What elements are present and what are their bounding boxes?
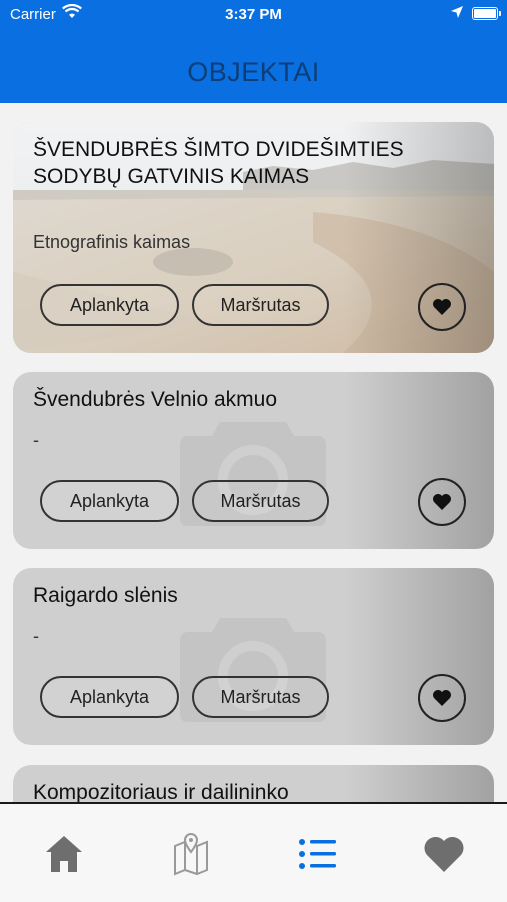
heart-icon <box>433 299 451 315</box>
favorite-button[interactable] <box>418 674 466 722</box>
heart-icon <box>424 836 464 872</box>
favorite-button[interactable] <box>418 283 466 331</box>
visited-button[interactable]: Aplankyta <box>40 284 179 326</box>
favorite-button[interactable] <box>418 478 466 526</box>
location-arrow-icon <box>450 5 464 23</box>
object-card[interactable]: ŠVENDUBRĖS ŠIMTO DVIDEŠIMTIES SODYBŲ GAT… <box>13 122 494 353</box>
tab-favorites[interactable] <box>422 832 466 876</box>
tab-list[interactable] <box>296 832 340 876</box>
object-title: Kompozitoriaus ir dailininko <box>33 781 289 802</box>
object-title: Švendubrės Velnio akmuo <box>33 388 277 411</box>
list-icon <box>299 839 336 869</box>
object-card[interactable]: Raigardo slėnis - Aplankyta Maršrutas <box>13 568 494 745</box>
visited-button[interactable]: Aplankyta <box>40 480 179 522</box>
page-title: OBJEKTAI <box>187 57 320 87</box>
object-category: - <box>33 626 39 646</box>
heart-icon <box>433 494 451 510</box>
visited-button[interactable]: Aplankyta <box>40 676 179 718</box>
object-title: Raigardo slėnis <box>33 584 178 607</box>
top-bar: Carrier 3:37 PM OBJEKTAI <box>0 0 507 103</box>
object-list[interactable]: ŠVENDUBRĖS ŠIMTO DVIDEŠIMTIES SODYBŲ GAT… <box>0 103 507 802</box>
heart-icon <box>433 690 451 706</box>
object-card[interactable]: Švendubrės Velnio akmuo - Aplankyta Marš… <box>13 372 494 549</box>
tab-bar <box>0 802 507 902</box>
object-category: Etnografinis kaimas <box>33 232 191 252</box>
route-button[interactable]: Maršrutas <box>192 480 329 522</box>
tab-map[interactable] <box>169 832 213 876</box>
object-title: ŠVENDUBRĖS ŠIMTO DVIDEŠIMTIES SODYBŲ GAT… <box>33 138 404 188</box>
route-button[interactable]: Maršrutas <box>192 676 329 718</box>
status-time: 3:37 PM <box>225 6 282 23</box>
home-icon <box>46 836 82 872</box>
route-button[interactable]: Maršrutas <box>192 284 329 326</box>
status-bar: Carrier 3:37 PM <box>0 0 507 28</box>
map-icon <box>174 832 208 876</box>
object-category: - <box>33 430 39 450</box>
battery-icon <box>472 7 501 20</box>
tab-home[interactable] <box>42 832 86 876</box>
object-card[interactable]: Kompozitoriaus ir dailininko <box>13 765 494 802</box>
